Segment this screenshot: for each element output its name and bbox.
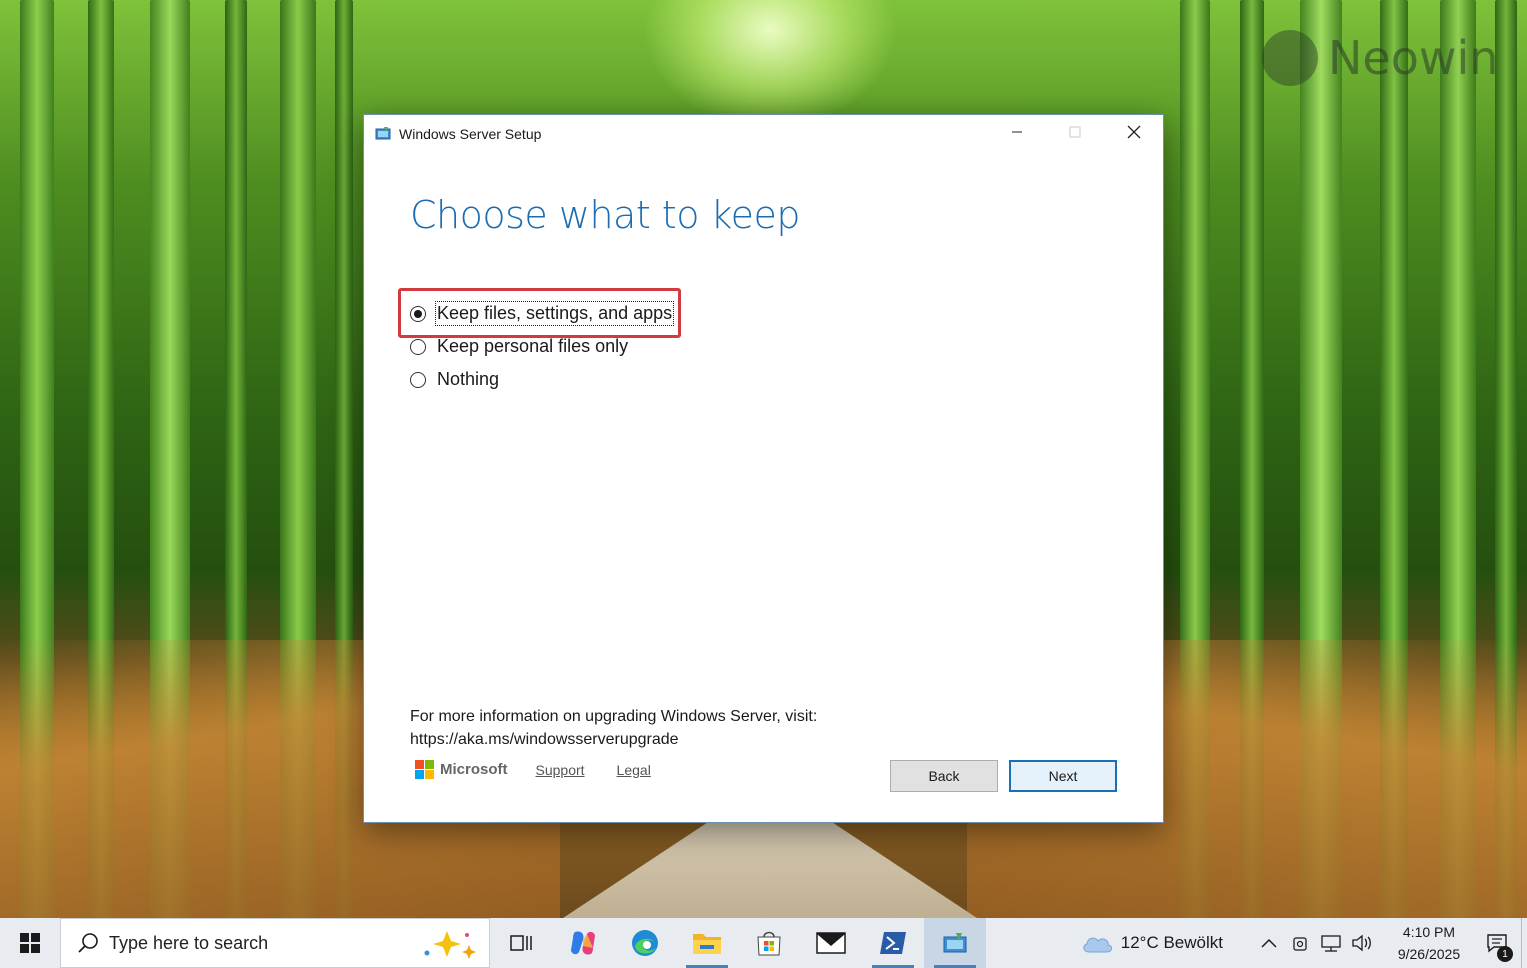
cloud-icon: [1083, 937, 1112, 953]
option-keep-personal-files[interactable]: Keep personal files only: [410, 330, 673, 363]
next-button[interactable]: Next: [1009, 760, 1117, 792]
volume-button[interactable]: [1346, 918, 1377, 968]
system-tray: 12°C Bewölkt 4:10 PM 9/26/2025 1: [1081, 918, 1527, 968]
setup-taskbar-button[interactable]: [924, 918, 986, 968]
maximize-icon: [1069, 126, 1081, 138]
mail-icon: [816, 932, 846, 954]
neowin-watermark: Neowin: [1262, 30, 1498, 86]
option-nothing[interactable]: Nothing: [410, 363, 673, 396]
microsoft-logo-icon: [415, 760, 434, 779]
radio-keep-files-settings-apps[interactable]: [410, 305, 426, 322]
setup-dialog: Windows Server Setup Choose what to keep…: [363, 114, 1164, 823]
upgrade-info: For more information on upgrading Window…: [410, 705, 817, 751]
show-desktop-button[interactable]: [1521, 918, 1527, 968]
support-link[interactable]: Support: [536, 762, 585, 778]
option-label[interactable]: Keep files, settings, and apps: [434, 301, 675, 326]
setup-app-icon: [375, 127, 391, 140]
maximize-button: [1046, 115, 1104, 149]
windows-logo-icon: [20, 933, 40, 953]
page-title: Choose what to keep: [410, 193, 801, 237]
device-tray-button[interactable]: [1284, 918, 1315, 968]
file-explorer-button[interactable]: [676, 918, 738, 968]
task-view-icon: [510, 935, 532, 951]
sparkle-icon: [424, 931, 476, 959]
search-icon: [78, 933, 98, 953]
setup-icon: [943, 933, 967, 953]
option-label[interactable]: Keep personal files only: [436, 335, 629, 358]
dialog-title: Windows Server Setup: [399, 126, 542, 142]
search-input[interactable]: [109, 932, 389, 954]
back-button[interactable]: Back: [890, 760, 998, 792]
mail-button[interactable]: [800, 918, 862, 968]
edge-button[interactable]: [614, 918, 676, 968]
copilot-button[interactable]: [552, 918, 614, 968]
info-text: For more information on upgrading Window…: [410, 708, 818, 725]
task-view-button[interactable]: [490, 918, 552, 968]
minimize-button[interactable]: [988, 115, 1046, 149]
microsoft-store-icon: [757, 931, 781, 956]
microsoft-brand: Microsoft: [440, 761, 508, 778]
option-keep-files-settings-apps[interactable]: Keep files, settings, and apps: [410, 297, 675, 330]
neowin-logo-icon: [1262, 30, 1318, 86]
edge-icon: [632, 930, 658, 956]
radio-nothing[interactable]: [410, 371, 426, 388]
taskbar-clock[interactable]: 4:10 PM 9/26/2025: [1385, 921, 1473, 965]
dialog-footer: Microsoft Support Legal: [415, 760, 683, 779]
dialog-titlebar[interactable]: Windows Server Setup: [364, 115, 1163, 153]
copilot-icon: [571, 931, 595, 955]
minimize-icon: [1012, 131, 1022, 133]
info-url: https://aka.ms/windowsserverupgrade: [410, 731, 679, 748]
close-icon: [1127, 125, 1141, 139]
notification-count-badge: 1: [1497, 946, 1513, 962]
option-label[interactable]: Nothing: [436, 368, 500, 391]
radio-keep-personal-files[interactable]: [410, 338, 426, 355]
show-hidden-icons-button[interactable]: [1253, 918, 1284, 968]
powershell-button[interactable]: [862, 918, 924, 968]
forest-path: [560, 820, 980, 918]
clock-date: 9/26/2025: [1397, 946, 1461, 962]
file-explorer-icon: [693, 934, 721, 954]
network-button[interactable]: [1315, 918, 1346, 968]
powershell-icon: [880, 932, 906, 954]
close-button[interactable]: [1105, 115, 1163, 149]
taskbar: 12°C Bewölkt 4:10 PM 9/26/2025 1: [0, 918, 1527, 968]
weather-text: 12°C Bewölkt: [1120, 933, 1223, 952]
clock-time: 4:10 PM: [1402, 924, 1456, 940]
network-icon: [1320, 935, 1341, 952]
device-icon: [1292, 937, 1307, 951]
volume-icon: [1351, 934, 1371, 952]
legal-link[interactable]: Legal: [617, 762, 651, 778]
microsoft-store-button[interactable]: [738, 918, 800, 968]
taskbar-search[interactable]: [60, 918, 490, 968]
keep-options-group: Keep files, settings, and apps Keep pers…: [410, 297, 675, 396]
weather-widget[interactable]: 12°C Bewölkt: [1081, 932, 1223, 954]
start-button[interactable]: [0, 918, 60, 968]
chevron-up-icon: [1260, 938, 1277, 948]
notification-center-button[interactable]: 1: [1473, 918, 1521, 968]
